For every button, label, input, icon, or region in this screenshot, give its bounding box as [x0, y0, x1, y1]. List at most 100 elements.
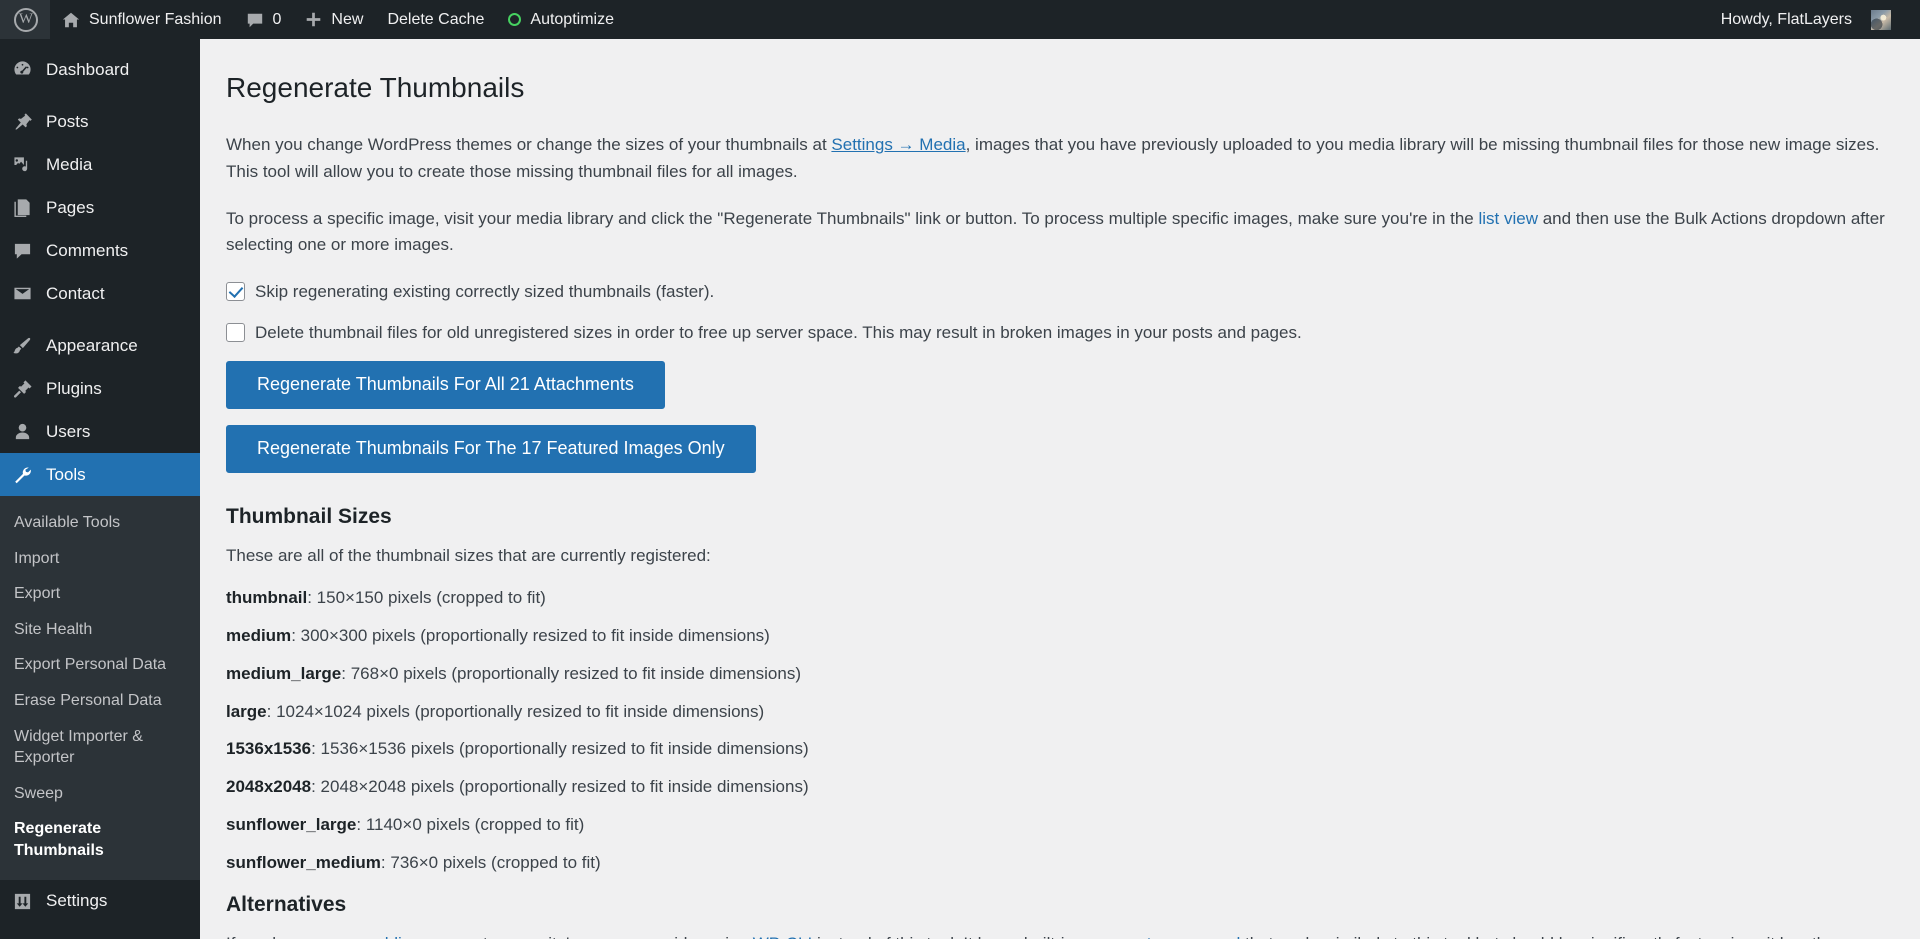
size-name: large: [226, 701, 267, 721]
sidebar-item-label: Settings: [46, 891, 108, 911]
brush-icon: [12, 336, 33, 355]
skip-regenerating-row: Skip regenerating existing correctly siz…: [226, 280, 1890, 304]
size-name: medium_large: [226, 663, 342, 683]
list-item: thumbnail: 150×150 pixels (cropped to fi…: [226, 588, 546, 608]
sidebar-item-label: Tools: [46, 464, 86, 484]
delete-cache-button[interactable]: Delete Cache: [375, 0, 496, 39]
delete-cache-label: Delete Cache: [387, 10, 485, 28]
sidebar-item-appearance[interactable]: Appearance: [0, 324, 200, 367]
page-title: Regenerate Thumbnails: [226, 72, 525, 103]
alternatives-paragraph: If you have command-line access to your …: [226, 931, 1890, 939]
comment-bubble-icon: [247, 13, 262, 27]
admin-sidebar-menu: Dashboard Posts Media Pages Comments Con…: [0, 39, 208, 939]
sidebar-item-comments[interactable]: Comments: [0, 229, 200, 272]
submenu-item-export-personal-data[interactable]: Export Personal Data: [0, 647, 200, 683]
admin-bar-left: Sunflower Fashion 0 New Delete Cache Aut…: [0, 0, 626, 39]
size-name: sunflower_large: [226, 815, 357, 835]
list-view-link[interactable]: list view: [1478, 209, 1538, 228]
admin-bar-right: Howdy, FlatLayers: [1709, 0, 1920, 39]
sidebar-item-contact[interactable]: Contact: [0, 272, 200, 315]
size-name: sunflower_medium: [226, 852, 381, 872]
size-detail: 1140×0 pixels (cropped to fit): [365, 815, 585, 835]
wp-cli-link[interactable]: WP-CLI: [753, 934, 813, 939]
size-detail: 1536×1536 pixels (proportionally resized…: [320, 739, 809, 759]
delete-old-thumbnails-checkbox[interactable]: [226, 322, 245, 342]
sidebar-item-media[interactable]: Media: [0, 143, 200, 186]
submenu-item-export[interactable]: Export: [0, 576, 200, 612]
autoptimize-button[interactable]: Autoptimize: [496, 0, 626, 39]
size-name: thumbnail: [226, 588, 308, 608]
sidebar-item-tools[interactable]: Tools: [0, 453, 208, 496]
comments-button[interactable]: 0: [234, 0, 294, 39]
size-detail: 300×300 pixels (proportionally resized t…: [300, 626, 770, 646]
skip-regenerating-checkbox[interactable]: [226, 281, 245, 301]
list-item: sunflower_large: 1140×0 pixels (cropped …: [226, 815, 585, 835]
submenu-item-import[interactable]: Import: [0, 541, 200, 577]
home-icon: [62, 12, 80, 27]
my-account-button[interactable]: Howdy, FlatLayers: [1709, 0, 1904, 39]
sidebar-item-dashboard[interactable]: Dashboard: [0, 48, 200, 91]
media-icon: [12, 155, 33, 174]
admin-bar: Sunflower Fashion 0 New Delete Cache Aut…: [0, 0, 1920, 39]
pin-icon: [12, 112, 33, 131]
size-detail: 150×150 pixels (cropped to fit): [316, 588, 546, 608]
thumbnail-sizes-intro: These are all of the thumbnail sizes tha…: [226, 545, 711, 565]
site-name-button[interactable]: Sunflower Fashion: [50, 0, 234, 39]
size-name: 1536x1536: [226, 739, 312, 759]
intro-paragraph-1: When you change WordPress themes or chan…: [226, 132, 1890, 185]
submenu-item-erase-personal-data[interactable]: Erase Personal Data: [0, 683, 200, 719]
sidebar-item-label: Media: [46, 154, 93, 174]
list-item: medium: 300×300 pixels (proportionally r…: [226, 626, 770, 646]
sidebar-item-label: Pages: [46, 197, 95, 217]
settings-icon: [12, 892, 33, 911]
size-name: medium: [226, 626, 292, 646]
alternatives-heading: Alternatives: [226, 892, 347, 916]
regenerate-command-link[interactable]: regenerate command: [1079, 934, 1241, 939]
plug-icon: [12, 379, 33, 398]
alt-text-3: instead of this tool. It has a built-in: [812, 934, 1078, 939]
menu-spacer-2: [0, 315, 200, 324]
list-item: large: 1024×1024 pixels (proportionally …: [226, 701, 765, 721]
sidebar-item-label: Appearance: [46, 335, 138, 355]
submenu-item-sweep[interactable]: Sweep: [0, 776, 200, 812]
sidebar-item-plugins[interactable]: Plugins: [0, 367, 200, 410]
sidebar-item-label: Dashboard: [46, 59, 130, 79]
settings-media-link[interactable]: Settings → Media: [831, 135, 965, 154]
autoptimize-label: Autoptimize: [530, 10, 614, 28]
sidebar-item-label: Users: [46, 421, 91, 441]
command-line-link[interactable]: command-line: [314, 934, 421, 939]
status-circle-icon: [508, 13, 522, 26]
sidebar-item-pages[interactable]: Pages: [0, 186, 200, 229]
delete-old-thumbnails-label[interactable]: Delete thumbnail files for old unregiste…: [255, 321, 1302, 345]
submenu-item-site-health[interactable]: Site Health: [0, 612, 200, 648]
list-item: medium_large: 768×0 pixels (proportional…: [226, 663, 801, 683]
size-detail: 736×0 pixels (cropped to fit): [390, 852, 601, 872]
sidebar-item-posts[interactable]: Posts: [0, 100, 200, 143]
tools-submenu: Available Tools Import Export Site Healt…: [0, 496, 200, 880]
avatar: [1870, 8, 1892, 31]
sidebar-item-users[interactable]: Users: [0, 410, 200, 453]
new-content-button[interactable]: New: [293, 0, 375, 39]
submenu-item-widget-importer-exporter[interactable]: Widget Importer & Exporter: [0, 719, 200, 776]
wordpress-logo-button[interactable]: [0, 0, 50, 39]
dashboard-icon: [12, 60, 33, 79]
plus-icon: [307, 12, 321, 27]
sidebar-item-settings[interactable]: Settings: [0, 880, 200, 923]
thumbnail-sizes-heading: Thumbnail Sizes: [226, 504, 392, 528]
regenerate-featured-button[interactable]: Regenerate Thumbnails For The 17 Feature…: [226, 425, 756, 473]
thumbnail-sizes-list: thumbnail: 150×150 pixels (cropped to fi…: [226, 586, 1890, 874]
main-content: Regenerate Thumbnails When you change Wo…: [200, 39, 1920, 939]
sidebar-item-label: Plugins: [46, 378, 102, 398]
submenu-item-available-tools[interactable]: Available Tools: [0, 505, 200, 541]
submenu-item-regenerate-thumbnails[interactable]: Regenerate Thumbnails: [0, 811, 200, 868]
skip-regenerating-label[interactable]: Skip regenerating existing correctly siz…: [255, 280, 714, 304]
menu-spacer-top: [0, 39, 200, 48]
size-detail: 2048×2048 pixels (proportionally resized…: [320, 777, 809, 797]
intro-text-2a: To process a specific image, visit your …: [226, 209, 1479, 229]
regenerate-all-button[interactable]: Regenerate Thumbnails For All 21 Attachm…: [226, 361, 665, 410]
site-name-label: Sunflower Fashion: [89, 10, 222, 28]
list-item: sunflower_medium: 736×0 pixels (cropped …: [226, 852, 601, 872]
size-detail: 768×0 pixels (proportionally resized to …: [350, 663, 801, 683]
pages-icon: [12, 198, 33, 217]
wordpress-logo-icon: [14, 7, 38, 32]
